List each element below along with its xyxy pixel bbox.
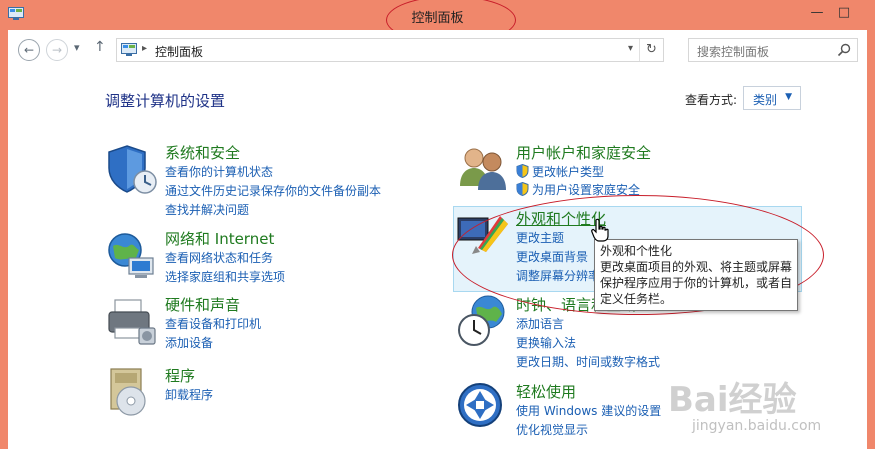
category-ease-of-access: 轻松使用 使用 Windows 建议的设置 优化视觉显示 — [456, 381, 796, 441]
category-user-accounts: 用户帐户和家庭安全 更改帐户类型 为用户设置家庭安全 — [456, 142, 796, 202]
hand-cursor-icon — [591, 218, 609, 242]
link-troubleshoot[interactable]: 查找并解决问题 — [165, 201, 249, 218]
page-title: 调整计算机的设置 — [105, 92, 226, 110]
link-change-theme[interactable]: 更改主题 — [516, 229, 564, 246]
link-adjust-resolution[interactable]: 调整屏幕分辨率 — [516, 267, 600, 284]
breadcrumb-control-panel[interactable]: 控制面板 — [155, 43, 203, 60]
tooltip-body: 更改桌面项目的外观、将主题或屏幕保护程序应用于你的计算机，或者自定义任务栏。 — [600, 260, 793, 306]
link-change-account-type[interactable]: 更改帐户类型 — [532, 163, 604, 180]
view-by-label: 查看方式: — [685, 93, 738, 107]
search-placeholder: 搜索控制面板 — [697, 45, 770, 59]
clock-globe-icon[interactable] — [456, 294, 510, 348]
view-by-dropdown[interactable]: 类别 ▼ — [743, 86, 801, 110]
ease-of-access-icon[interactable] — [456, 381, 510, 435]
link-change-input-method[interactable]: 更换输入法 — [516, 334, 576, 351]
link-optimize-visual-display[interactable]: 优化视觉显示 — [516, 421, 588, 438]
chevron-down-icon: ▼ — [785, 92, 792, 102]
category-system-security: 系统和安全 查看你的计算机状态 通过文件历史记录保存你的文件备份副本 查找并解决… — [105, 142, 425, 222]
tooltip-title: 外观和个性化 — [600, 244, 673, 258]
maximize-button[interactable]: □ — [833, 4, 855, 22]
category-network-internet: 网络和 Internet 查看网络状态和任务 选择家庭组和共享选项 — [105, 228, 425, 288]
link-devices-printers[interactable]: 查看设备和打印机 — [165, 315, 261, 332]
window-title: 控制面板 — [411, 11, 464, 26]
link-change-desktop-background[interactable]: 更改桌面背景 — [516, 248, 588, 265]
link-view-computer-status[interactable]: 查看你的计算机状态 — [165, 163, 273, 180]
search-box[interactable]: 搜索控制面板 — [688, 38, 858, 62]
navigation-bar: ← → ▾ ↑ ▸ 控制面板 ▾ ↻ 搜索控制面板 — [8, 30, 867, 70]
link-add-device[interactable]: 添加设备 — [165, 334, 213, 351]
category-title-hardware-sound[interactable]: 硬件和声音 — [165, 294, 240, 315]
printer-icon[interactable] — [105, 294, 159, 348]
address-bar[interactable]: ▸ 控制面板 ▾ ↻ — [116, 38, 664, 62]
users-icon[interactable] — [456, 142, 510, 196]
address-dropdown-icon[interactable]: ▾ — [628, 43, 633, 54]
link-recommended-settings[interactable]: 使用 Windows 建议的设置 — [516, 402, 661, 419]
category-title-programs[interactable]: 程序 — [165, 365, 195, 386]
network-globe-icon[interactable] — [105, 228, 159, 282]
link-family-safety[interactable]: 为用户设置家庭安全 — [532, 181, 640, 198]
uac-shield-icon — [516, 164, 529, 178]
recent-locations-button[interactable]: ▾ — [74, 41, 80, 54]
up-button[interactable]: ↑ — [94, 39, 106, 55]
search-icon[interactable] — [837, 43, 851, 57]
link-add-language[interactable]: 添加语言 — [516, 315, 564, 332]
category-title-system-security[interactable]: 系统和安全 — [165, 142, 240, 163]
link-homegroup-sharing[interactable]: 选择家庭组和共享选项 — [165, 268, 285, 285]
category-title-user-accounts[interactable]: 用户帐户和家庭安全 — [516, 142, 651, 163]
view-by-value: 类别 — [753, 93, 778, 107]
title-bar[interactable]: 控制面板 — □ — [0, 0, 875, 30]
category-title-network-internet[interactable]: 网络和 Internet — [165, 228, 274, 249]
category-title-ease-of-access[interactable]: 轻松使用 — [516, 381, 576, 402]
category-programs: 程序 卸载程序 — [105, 365, 425, 416]
link-network-status[interactable]: 查看网络状态和任务 — [165, 249, 273, 266]
category-hardware-sound: 硬件和声音 查看设备和打印机 添加设备 — [105, 294, 425, 354]
link-change-date-time-format[interactable]: 更改日期、时间或数字格式 — [516, 353, 660, 370]
forward-button[interactable]: → — [46, 39, 68, 61]
shield-icon[interactable] — [105, 142, 159, 196]
refresh-button[interactable]: ↻ — [639, 39, 663, 61]
minimize-button[interactable]: — — [806, 4, 828, 22]
link-file-history-backup[interactable]: 通过文件历史记录保存你的文件备份副本 — [165, 182, 381, 199]
back-button[interactable]: ← — [18, 39, 40, 61]
breadcrumb-separator-icon[interactable]: ▸ — [142, 43, 147, 54]
tooltip: 外观和个性化 更改桌面项目的外观、将主题或屏幕保护程序应用于你的计算机，或者自定… — [594, 239, 798, 311]
link-uninstall-program[interactable]: 卸载程序 — [165, 386, 213, 403]
appearance-palette-icon[interactable] — [456, 208, 510, 262]
programs-disc-icon[interactable] — [105, 365, 159, 419]
control-panel-icon — [121, 43, 137, 56]
uac-shield-icon — [516, 182, 529, 196]
